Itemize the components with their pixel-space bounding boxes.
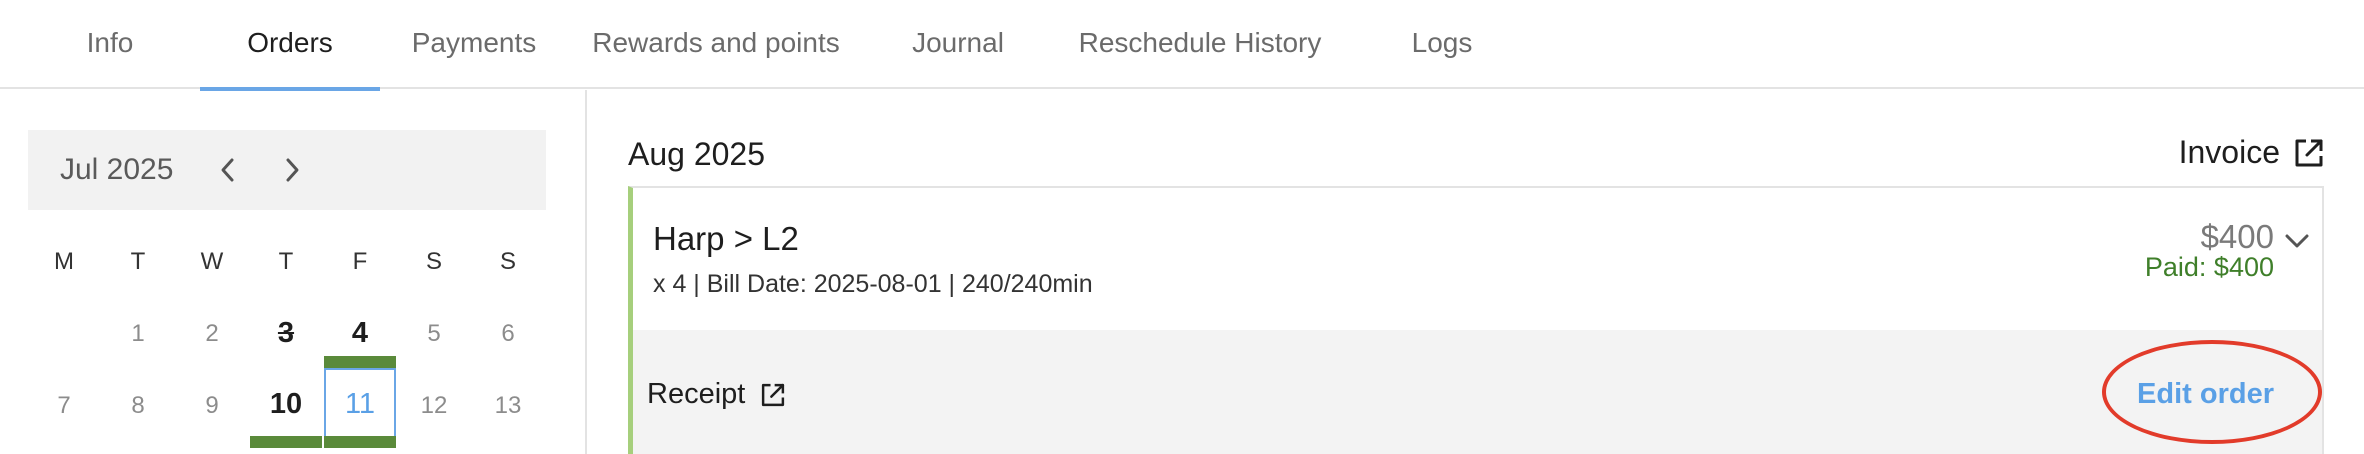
- chevron-down-icon[interactable]: [2284, 232, 2310, 250]
- weekday-mon: M: [54, 248, 74, 275]
- calendar-panel: Jul 2025 M T W T F S S 1 2 3 4 5 6 7 8 9…: [0, 90, 587, 454]
- calendar-next-button[interactable]: [272, 150, 312, 190]
- tab-logs[interactable]: Logs: [1380, 0, 1504, 89]
- calendar-day[interactable]: 8: [102, 392, 174, 420]
- calendar-day[interactable]: 9: [176, 392, 248, 420]
- order-price: $400: [2200, 218, 2274, 255]
- lesson-indicator-bar: [324, 436, 396, 448]
- chevron-left-icon: [221, 158, 234, 182]
- calendar-day[interactable]: 5: [398, 320, 470, 348]
- tab-bar: Info Orders Payments Rewards and points …: [0, 0, 2364, 91]
- lesson-indicator-bar: [250, 436, 322, 448]
- tab-journal[interactable]: Journal: [884, 0, 1032, 89]
- edit-order-button[interactable]: Edit order: [2137, 378, 2274, 411]
- tab-reschedule-history[interactable]: Reschedule History: [1062, 0, 1338, 89]
- order-paid-amount: Paid: $400: [2144, 252, 2274, 282]
- weekday-fri: F: [352, 248, 368, 275]
- billing-period-title: Aug 2025: [628, 136, 766, 172]
- calendar-day[interactable]: 2: [176, 320, 248, 348]
- external-link-icon: [762, 383, 785, 406]
- calendar-day[interactable]: 12: [398, 392, 470, 420]
- tab-payments[interactable]: Payments: [384, 0, 564, 89]
- external-link-icon: [2295, 139, 2323, 166]
- weekday-sun: S: [499, 248, 516, 275]
- chevron-right-icon: [286, 158, 299, 182]
- invoice-link[interactable]: Invoice: [2179, 134, 2326, 171]
- tab-orders[interactable]: Orders: [200, 0, 380, 91]
- calendar-month-label: Jul 2025: [60, 153, 174, 186]
- calendar-day[interactable]: 13: [472, 392, 544, 420]
- receipt-link[interactable]: Receipt: [647, 378, 787, 411]
- calendar-prev-button[interactable]: [208, 150, 248, 190]
- invoice-label: Invoice: [2178, 134, 2280, 170]
- weekday-thu: T: [278, 248, 294, 275]
- tab-info[interactable]: Info: [52, 0, 168, 89]
- calendar-day[interactable]: 4: [324, 317, 396, 350]
- calendar-day[interactable]: 7: [28, 392, 100, 420]
- weekday-wed: W: [200, 248, 224, 275]
- calendar-day[interactable]: 10: [250, 388, 322, 421]
- weekday-sat: S: [425, 248, 442, 275]
- calendar-day-selected[interactable]: 11: [324, 388, 396, 421]
- calendar-day[interactable]: 1: [102, 320, 174, 348]
- calendar-header: Jul 2025: [28, 130, 546, 210]
- order-details: x 4 | Bill Date: 2025-08-01 | 240/240min: [653, 270, 1093, 298]
- order-actions: Receipt Edit order: [633, 330, 2322, 454]
- receipt-label: Receipt: [647, 378, 746, 410]
- order-title: Harp > L2: [653, 220, 799, 257]
- calendar-day[interactable]: 3: [250, 317, 322, 350]
- order-card: Harp > L2 x 4 | Bill Date: 2025-08-01 | …: [628, 186, 2324, 454]
- weekday-tue: T: [130, 248, 146, 275]
- calendar-day[interactable]: 6: [472, 320, 544, 348]
- tab-rewards-and-points[interactable]: Rewards and points: [578, 0, 854, 89]
- lesson-indicator-bar: [324, 356, 396, 368]
